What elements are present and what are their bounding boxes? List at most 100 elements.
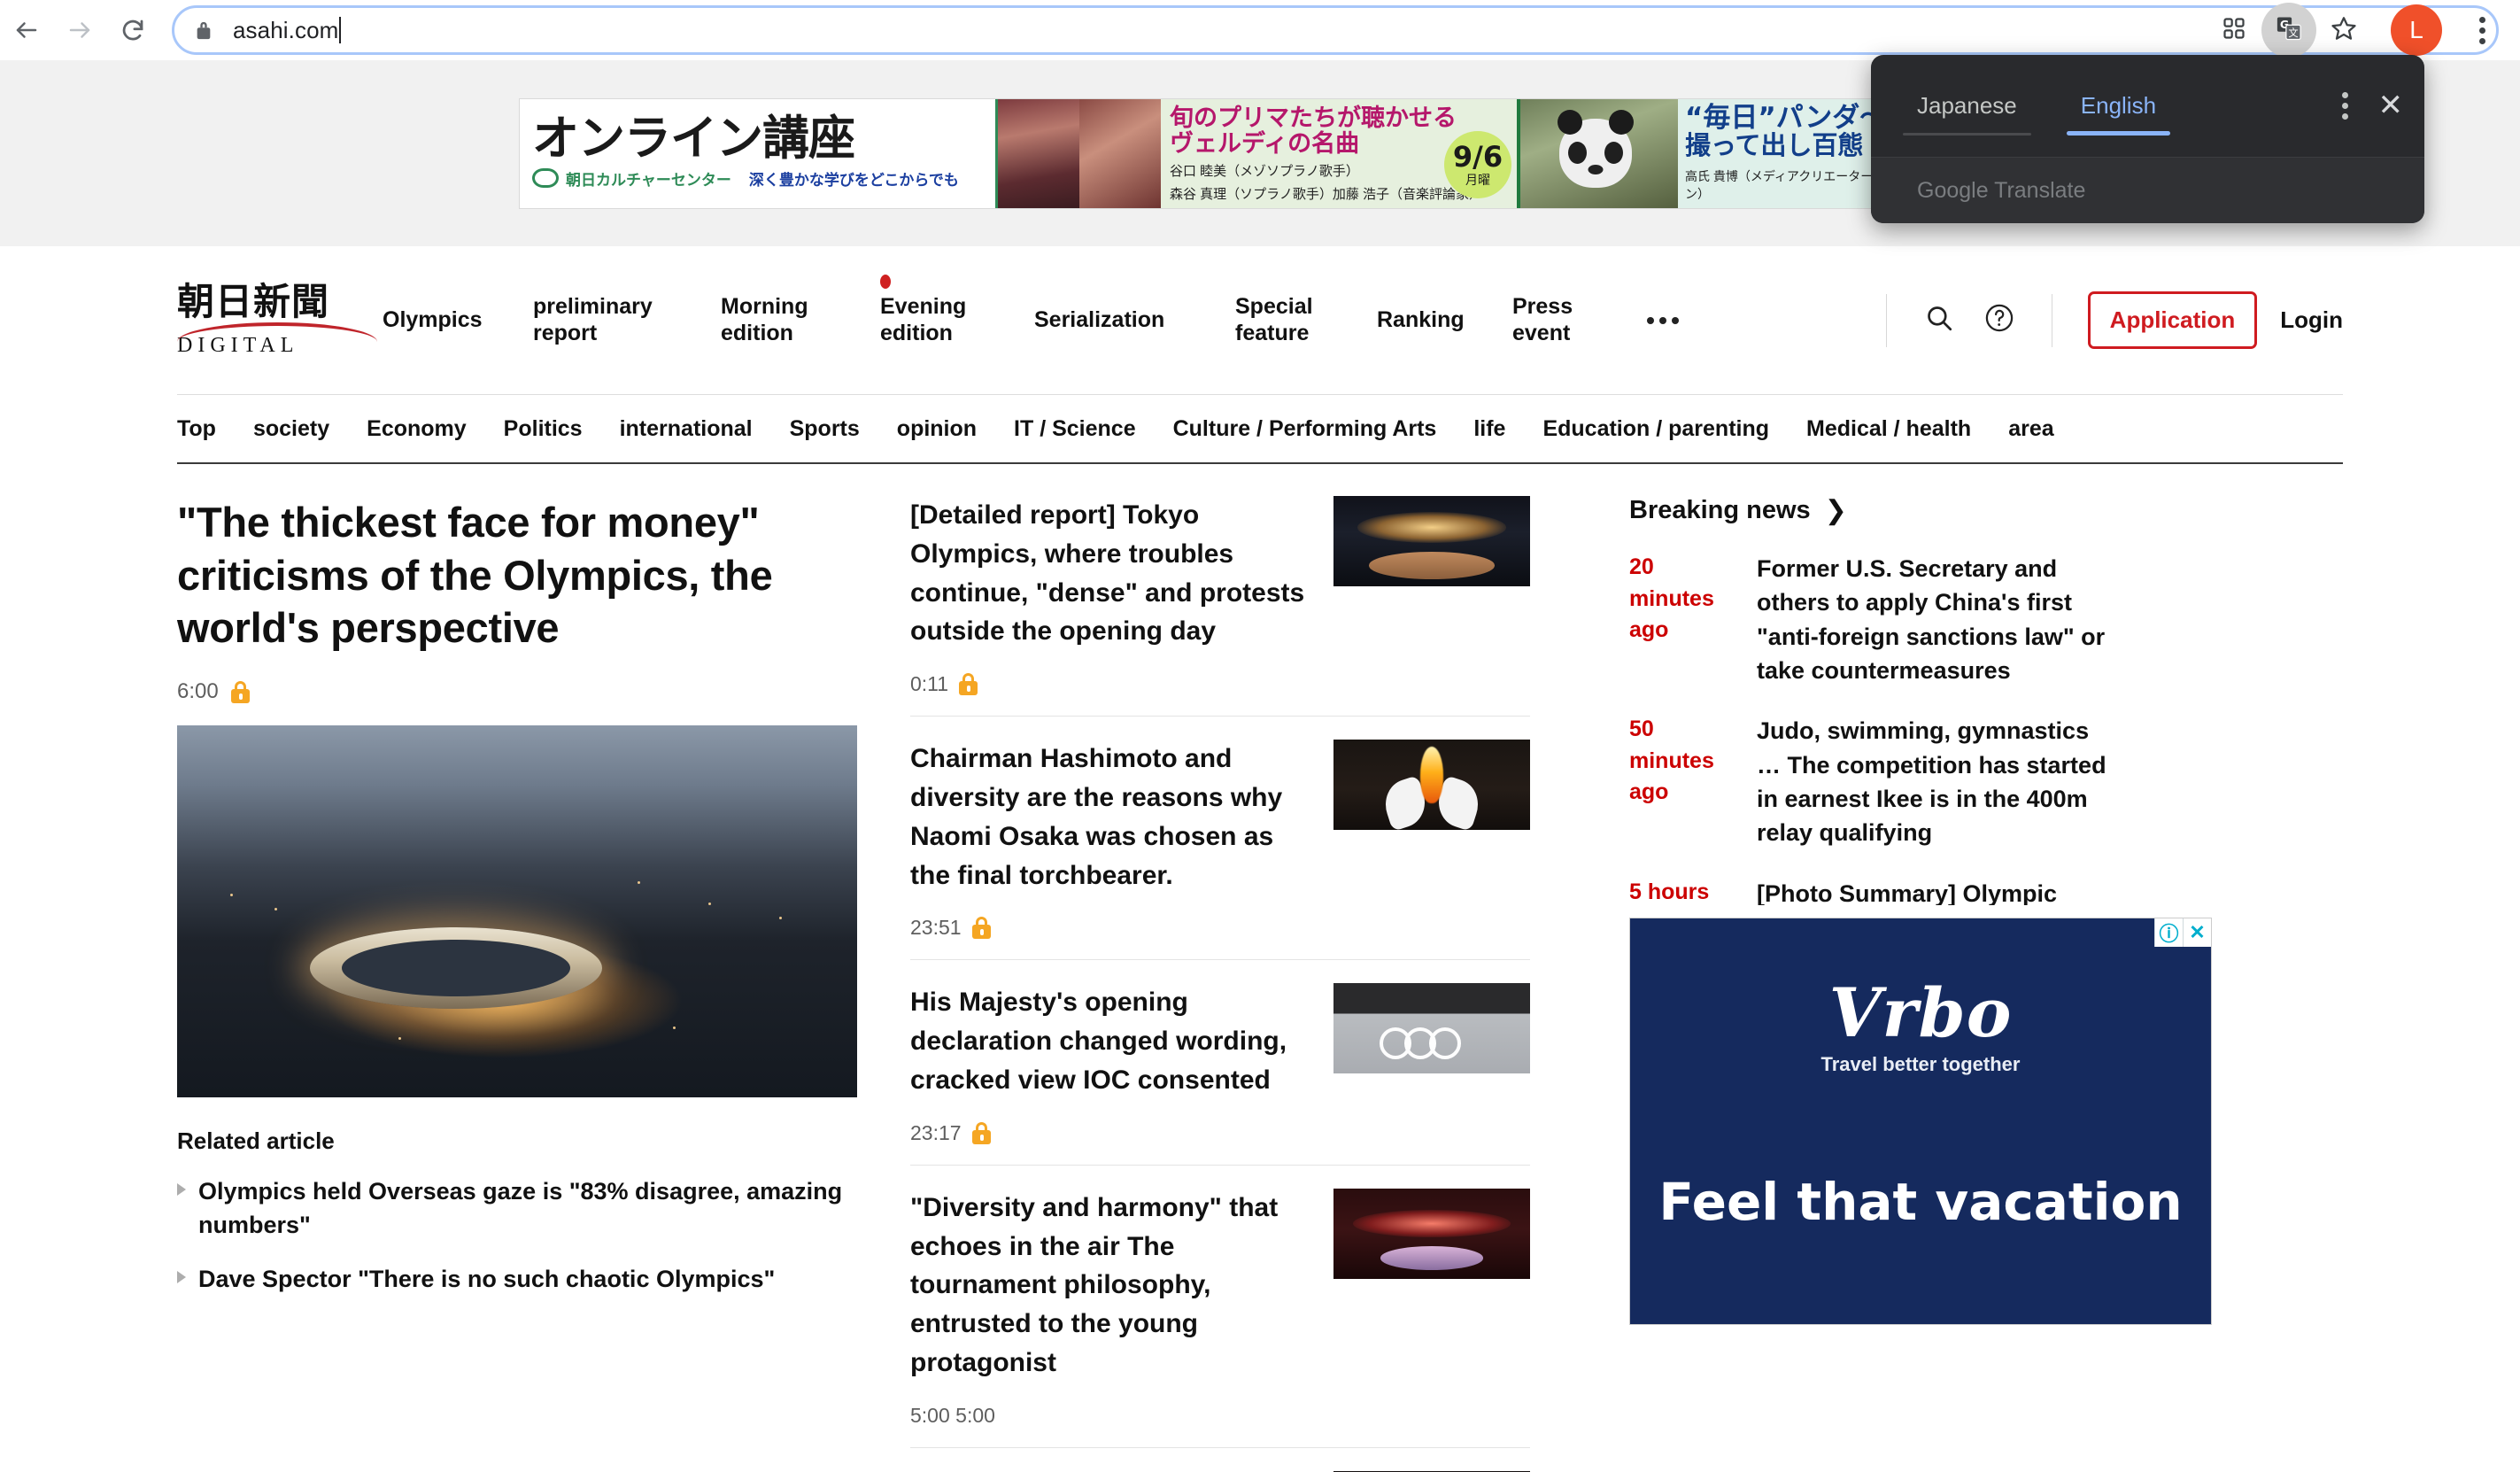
ad-info-icon[interactable]: ⓘ bbox=[2154, 918, 2183, 947]
ad-date: 9/6 bbox=[1452, 140, 1503, 174]
category-area[interactable]: area bbox=[2008, 416, 2053, 442]
nav-item-special-feature[interactable]: Special feature bbox=[1235, 294, 1334, 346]
translate-tab-source[interactable]: Japanese bbox=[1903, 81, 2031, 136]
category-culture-performing-arts[interactable]: Culture / Performing Arts bbox=[1173, 416, 1437, 442]
article-thumbnail[interactable] bbox=[1333, 1188, 1530, 1279]
article-meta: 23:51 bbox=[910, 916, 1309, 940]
extensions-button[interactable] bbox=[2207, 3, 2261, 58]
stadium-shape bbox=[310, 927, 602, 1010]
article-list-item[interactable]: [Detailed report] Tokyo Olympics, where … bbox=[910, 496, 1530, 717]
article-title: "Diversity and harmony" that echoes in t… bbox=[910, 1192, 1279, 1377]
reload-button[interactable] bbox=[106, 4, 159, 57]
bookmark-star-icon bbox=[2331, 15, 2357, 46]
breaking-news-header[interactable]: Breaking news ❯ bbox=[1629, 496, 2113, 525]
close-icon[interactable]: ✕ bbox=[2378, 90, 2404, 120]
article-list-item[interactable]: Intro to MISIA's "Kimigayo", music direc… bbox=[910, 1448, 1530, 1472]
breaking-news-item[interactable]: 20 minutes ago Former U.S. Secretary and… bbox=[1629, 552, 2113, 687]
more-horizontal-icon[interactable] bbox=[1647, 316, 1679, 324]
ad-pane-online-course[interactable]: オンライン講座 朝日カルチャーセンター 深く豊かな学びをどこからでも bbox=[520, 98, 998, 208]
lead-headline[interactable]: "The thickest face for money" criticisms… bbox=[177, 496, 857, 655]
related-item-label: Olympics held Overseas gaze is "83% disa… bbox=[198, 1178, 843, 1239]
ad-singer-photo-b bbox=[1079, 98, 1161, 208]
nav-item-evening-edition[interactable]: Evening edition bbox=[880, 275, 979, 346]
nav-item-morning-edition[interactable]: Morning edition bbox=[721, 294, 825, 346]
top-banner-ad[interactable]: オンライン講座 朝日カルチャーセンター 深く豊かな学びをどこからでも 旬のプリマ… bbox=[519, 97, 2001, 209]
translate-popup: Japanese English ✕ Google Translate bbox=[1871, 55, 2424, 223]
category-economy[interactable]: Economy bbox=[367, 416, 467, 442]
nav-item-olympics[interactable]: Olympics bbox=[383, 307, 483, 334]
category-life[interactable]: life bbox=[1473, 416, 1505, 442]
bullet-triangle-icon bbox=[177, 1270, 186, 1283]
article-list-item[interactable]: His Majesty's opening declaration change… bbox=[910, 960, 1530, 1166]
category-it-science[interactable]: IT / Science bbox=[1014, 416, 1136, 442]
web-page: オンライン講座 朝日カルチャーセンター 深く豊かな学びをどこからでも 旬のプリマ… bbox=[0, 60, 2520, 1472]
kebab-menu-icon[interactable] bbox=[2341, 91, 2348, 120]
article-list-item[interactable]: Chairman Hashimoto and diversity are the… bbox=[910, 717, 1530, 961]
search-button[interactable] bbox=[1919, 300, 1960, 341]
ad-pane-opera[interactable]: 旬のプリマたちが聴かせる ヴェルディの名曲 谷口 睦美（メゾソプラノ歌手） 森谷… bbox=[998, 98, 1520, 208]
site-logo[interactable]: 朝日新聞 DIGITAL bbox=[177, 283, 383, 358]
vrbo-ad[interactable]: ⓘ ✕ Vrbo Travel better together Feel tha… bbox=[1629, 917, 2212, 1325]
address-bar[interactable]: asahi.com bbox=[172, 5, 2499, 55]
forward-button[interactable] bbox=[53, 4, 106, 57]
article-list-item[interactable]: "Diversity and harmony" that echoes in t… bbox=[910, 1166, 1530, 1448]
nav-item-press-event[interactable]: Press event bbox=[1512, 294, 1604, 346]
category-top[interactable]: Top bbox=[177, 416, 216, 442]
category-society[interactable]: society bbox=[253, 416, 329, 442]
translate-tab-target-label: English bbox=[2080, 92, 2157, 119]
translate-popup-actions: ✕ bbox=[2341, 90, 2404, 120]
article-title: [Detailed report] Tokyo Olympics, where … bbox=[910, 500, 1305, 647]
article-thumbnail[interactable] bbox=[1333, 496, 1530, 586]
related-item-label: Dave Spector "There is no such chaotic O… bbox=[198, 1265, 776, 1292]
article-thumbnail[interactable] bbox=[1333, 983, 1530, 1074]
breaking-news-title-text: [Photo Summary] Olympic DAY2 bbox=[1757, 879, 2058, 905]
article-time: 0:11 bbox=[910, 672, 949, 696]
article-thumbnail[interactable] bbox=[1333, 740, 1530, 831]
main-content: "The thickest face for money" criticisms… bbox=[0, 464, 2520, 1472]
translate-button[interactable]: G文 bbox=[2261, 3, 2316, 58]
ad-close-icon[interactable]: ✕ bbox=[2183, 918, 2211, 947]
category-education-parenting[interactable]: Education / parenting bbox=[1542, 416, 1769, 442]
category-international[interactable]: international bbox=[620, 416, 753, 442]
help-circle-icon bbox=[1983, 302, 2015, 338]
back-button[interactable] bbox=[0, 4, 53, 57]
category-sports[interactable]: Sports bbox=[790, 416, 860, 442]
extensions-icon bbox=[2222, 16, 2246, 45]
chrome-menu-button[interactable] bbox=[2451, 3, 2506, 58]
nav-item-preliminary-report[interactable]: preliminary report bbox=[533, 294, 666, 346]
ad-opera-line1: 旬のプリマたちが聴かせる bbox=[1170, 104, 1457, 132]
panda-icon bbox=[1558, 109, 1634, 188]
ad-tagline: 深く豊かな学びをどこからでも bbox=[748, 171, 959, 189]
article-time: 23:51 bbox=[910, 916, 962, 940]
nav-item-ranking[interactable]: Ranking bbox=[1377, 307, 1473, 334]
ad-badges: ⓘ ✕ bbox=[2154, 918, 2211, 947]
category-politics[interactable]: Politics bbox=[504, 416, 583, 442]
paid-lock-icon bbox=[959, 673, 978, 696]
translate-tab-target[interactable]: English bbox=[2066, 81, 2171, 136]
login-button[interactable]: Login bbox=[2280, 306, 2343, 334]
application-button[interactable]: Application bbox=[2087, 291, 2258, 349]
translate-tabs: Japanese English ✕ bbox=[1871, 55, 2424, 158]
related-item[interactable]: Olympics held Overseas gaze is "83% disa… bbox=[177, 1174, 857, 1243]
related-item[interactable]: Dave Spector "There is no such chaotic O… bbox=[177, 1262, 857, 1296]
breaking-news-item[interactable]: 50 minutes ago Judo, swimming, gymnastic… bbox=[1629, 714, 2113, 849]
ad-day: 月曜 bbox=[1465, 173, 1490, 187]
category-opinion[interactable]: opinion bbox=[897, 416, 977, 442]
help-button[interactable] bbox=[1979, 300, 2020, 341]
breaking-news-time: 20 minutes ago bbox=[1629, 554, 1714, 642]
breaking-news-item-clipped[interactable]: 5 hours [Photo Summary] Olympic DAY2 bbox=[1629, 877, 2113, 905]
nav-item-serialization[interactable]: Serialization bbox=[1034, 307, 1187, 334]
lead-photo[interactable] bbox=[177, 725, 857, 1098]
nav-item-evening-edition-label: Evening edition bbox=[880, 294, 967, 345]
chevron-right-icon: ❯ bbox=[1824, 495, 1847, 525]
avatar[interactable]: L bbox=[2391, 4, 2442, 56]
bookmark-button[interactable] bbox=[2316, 3, 2371, 58]
translate-footer-label: Google Translate bbox=[1917, 177, 2086, 203]
article-list-column: [Detailed report] Tokyo Olympics, where … bbox=[910, 496, 1530, 1472]
site-header: 朝日新聞 DIGITAL Olympics preliminary report… bbox=[0, 246, 2520, 464]
breaking-news-column: Breaking news ❯ 20 minutes ago Former U.… bbox=[1530, 496, 2212, 1472]
lead-story-column: "The thickest face for money" criticisms… bbox=[177, 496, 910, 1472]
article-time: 23:17 bbox=[910, 1120, 962, 1144]
category-medical-health[interactable]: Medical / health bbox=[1806, 416, 1971, 442]
breaking-news-title: Breaking news bbox=[1629, 496, 1811, 524]
